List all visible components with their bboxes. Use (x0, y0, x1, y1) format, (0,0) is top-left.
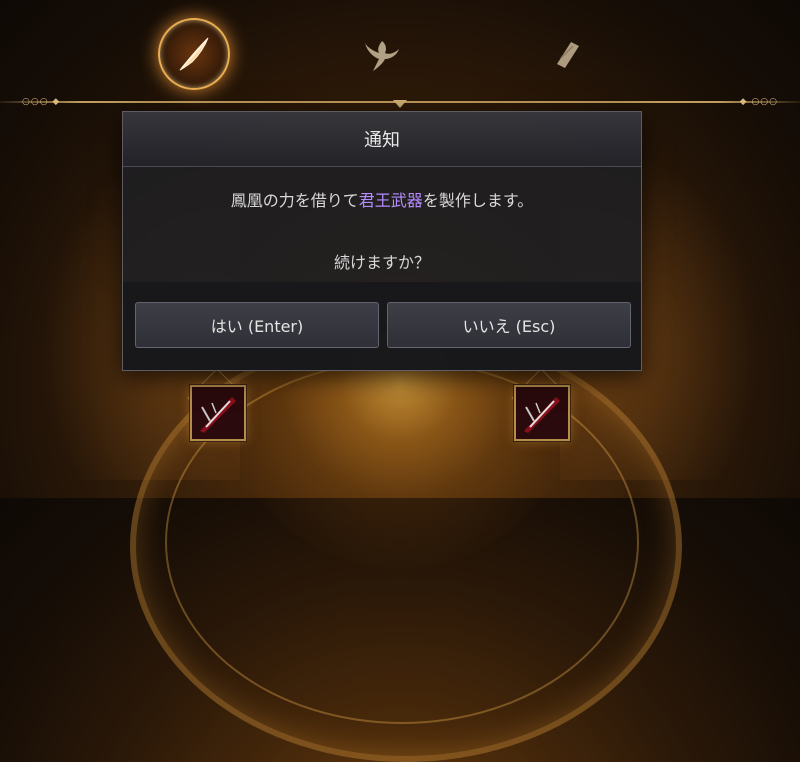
message-highlight-item: 君王武器 (358, 191, 423, 210)
notification-dialog: 通知 鳳凰の力を借りて君王武器を製作します。 続けますか？ はい (Enter)… (122, 111, 642, 371)
divider-ornament-left: ○○○ ◆ (22, 97, 61, 107)
confirm-button[interactable]: はい (Enter) (135, 302, 379, 348)
phoenix-icon (365, 41, 399, 71)
message-suffix: を製作します。 (422, 191, 534, 210)
divider-ornament-right: ◆ ○○○ (739, 97, 778, 107)
dialog-question: 続けますか？ (333, 253, 430, 272)
message-prefix: 鳳凰の力を借りて (230, 191, 359, 210)
weapon-item-icon (192, 387, 244, 439)
tab-scroll[interactable] (525, 12, 609, 96)
dialog-title: 通知 (123, 112, 641, 167)
scroll-icon (557, 42, 579, 68)
item-slot-left[interactable] (190, 385, 246, 441)
dialog-button-bar: はい (Enter) いいえ (Esc) (123, 282, 641, 370)
divider-notch (393, 100, 407, 108)
tab-phoenix-bird[interactable] (340, 12, 424, 96)
tab-phoenix-feather[interactable] (152, 12, 236, 96)
top-tab-bar (0, 0, 800, 110)
cancel-button[interactable]: いいえ (Esc) (387, 302, 631, 348)
dialog-body: 鳳凰の力を借りて君王武器を製作します。 続けますか？ (123, 167, 641, 275)
item-slot-right[interactable] (514, 385, 570, 441)
feather-icon (179, 37, 209, 71)
weapon-item-icon (516, 387, 568, 439)
dialog-message: 鳳凰の力を借りて君王武器を製作します。 (123, 189, 641, 213)
